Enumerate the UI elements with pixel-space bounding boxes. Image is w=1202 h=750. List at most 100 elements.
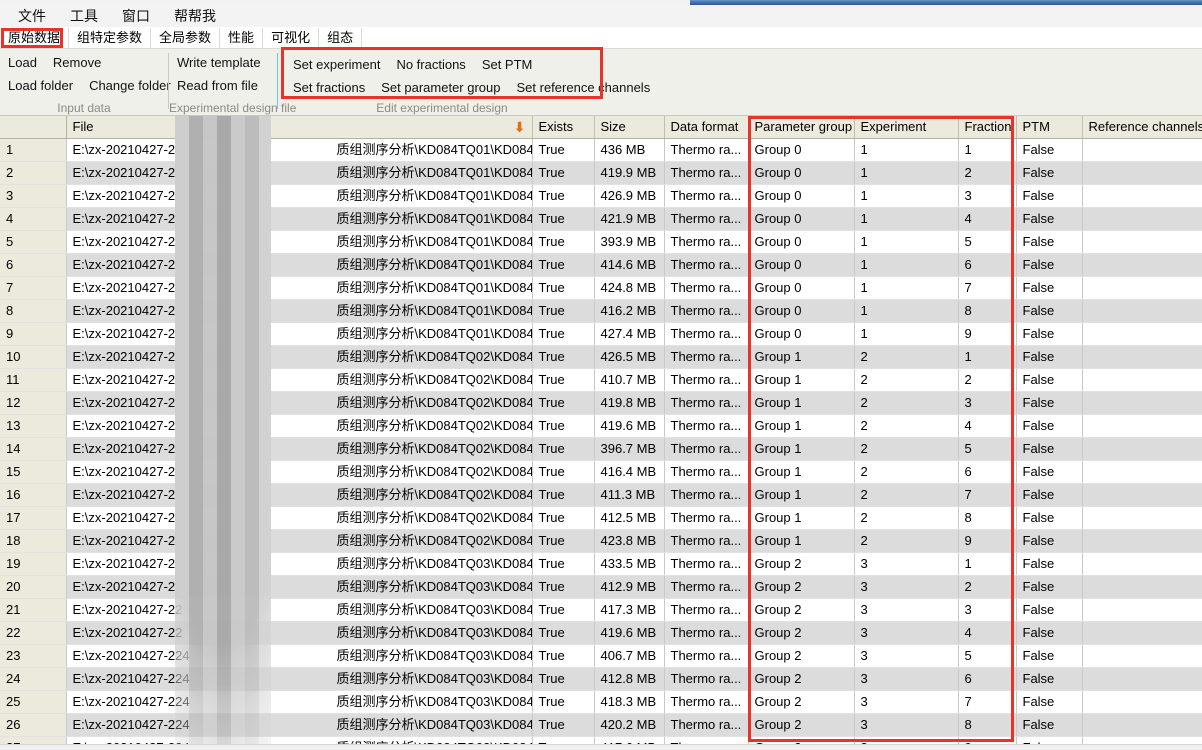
cell-experiment[interactable]: 2 [854, 345, 959, 369]
tab-group-parameters[interactable]: 组特定参数 [69, 28, 152, 48]
cell-file[interactable]: E:\zx-20210427-22 质组测序分析\KD084TQ03\KD084T… [66, 575, 533, 599]
table-row[interactable]: 13 E:\zx-20210427-22 质组测序分析\KD084TQ02\KD08… [0, 414, 1202, 438]
cell-data-format[interactable]: Thermo ra... [664, 276, 749, 300]
cell-exists[interactable]: True [532, 345, 595, 369]
cell-reference-channels[interactable] [1082, 644, 1202, 668]
cell-experiment[interactable]: 1 [854, 299, 959, 323]
cell-experiment[interactable]: 2 [854, 368, 959, 392]
cell-exists[interactable]: True [532, 161, 595, 185]
cell-reference-channels[interactable] [1082, 667, 1202, 691]
set-reference-channels-button[interactable]: Set reference channels [509, 77, 659, 98]
cell-fraction[interactable]: 8 [958, 713, 1017, 737]
table-row[interactable]: 2 E:\zx-20210427-22 质组测序分析\KD084TQ01\KD084… [0, 161, 1202, 185]
col-header-reference-channels[interactable]: Reference channels [1082, 116, 1202, 139]
cell-experiment[interactable]: 3 [854, 552, 959, 576]
table-row[interactable]: 25 E:\zx-20210427-224 质组测序分析\KD084TQ03\KD0… [0, 690, 1202, 714]
cell-size[interactable]: 406.7 MB [594, 644, 665, 668]
table-row[interactable]: 17 E:\zx-20210427-22 质组测序分析\KD084TQ02\KD08… [0, 506, 1202, 530]
cell-file[interactable]: E:\zx-20210427-22 质组测序分析\KD084TQ03\KD084T… [66, 621, 533, 645]
row-number[interactable]: 2 [0, 161, 67, 185]
col-header-fraction[interactable]: Fraction [958, 116, 1017, 139]
cell-parameter-group[interactable]: Group 1 [748, 506, 855, 530]
cell-fraction[interactable]: 2 [958, 161, 1017, 185]
cell-file[interactable]: E:\zx-20210427-22 质组测序分析\KD084TQ02\KD084T… [66, 345, 533, 369]
cell-data-format[interactable]: Thermo ra... [664, 161, 749, 185]
cell-experiment[interactable]: 3 [854, 598, 959, 622]
cell-file[interactable]: E:\zx-20210427-22 质组测序分析\KD084TQ01\KD084T… [66, 276, 533, 300]
cell-parameter-group[interactable]: Group 0 [748, 322, 855, 346]
cell-fraction[interactable]: 5 [958, 437, 1017, 461]
cell-exists[interactable]: True [532, 253, 595, 277]
cell-file[interactable]: E:\zx-20210427-22 质组测序分析\KD084TQ02\KD084T… [66, 529, 533, 553]
cell-file[interactable]: E:\zx-20210427-22 质组测序分析\KD084TQ01\KD084T… [66, 207, 533, 231]
cell-experiment[interactable]: 1 [854, 276, 959, 300]
cell-size[interactable]: 426.9 MB [594, 184, 665, 208]
cell-data-format[interactable]: Thermo ra... [664, 345, 749, 369]
cell-exists[interactable]: True [532, 184, 595, 208]
cell-exists[interactable]: True [532, 575, 595, 599]
cell-experiment[interactable]: 2 [854, 529, 959, 553]
cell-fraction[interactable]: 3 [958, 184, 1017, 208]
cell-reference-channels[interactable] [1082, 598, 1202, 622]
cell-ptm[interactable]: False [1016, 437, 1083, 461]
cell-experiment[interactable]: 2 [854, 506, 959, 530]
cell-size[interactable]: 412.5 MB [594, 506, 665, 530]
change-folder-button[interactable]: Change folder [81, 75, 179, 96]
cell-data-format[interactable]: Thermo ra... [664, 368, 749, 392]
cell-ptm[interactable]: False [1016, 414, 1083, 438]
cell-file[interactable]: E:\zx-20210427-22 质组测序分析\KD084TQ01\KD084T… [66, 184, 533, 208]
cell-file[interactable]: E:\zx-20210427-22 质组测序分析\KD084TQ02\KD084T… [66, 460, 533, 484]
cell-data-format[interactable]: Thermo ra... [664, 230, 749, 254]
table-row[interactable]: 19 E:\zx-20210427-22 质组测序分析\KD084TQ03\KD08… [0, 552, 1202, 576]
row-number[interactable]: 10 [0, 345, 67, 369]
cell-experiment[interactable]: 2 [854, 391, 959, 415]
cell-size[interactable]: 416.2 MB [594, 299, 665, 323]
row-number[interactable]: 24 [0, 667, 67, 691]
cell-fraction[interactable]: 6 [958, 667, 1017, 691]
cell-file[interactable]: E:\zx-20210427-22 质组测序分析\KD084TQ01\KD084T… [66, 253, 533, 277]
cell-size[interactable]: 419.9 MB [594, 161, 665, 185]
table-row[interactable]: 10 E:\zx-20210427-22 质组测序分析\KD084TQ02\KD08… [0, 345, 1202, 369]
horizontal-scrollbar[interactable] [0, 744, 1202, 750]
table-row[interactable]: 11 E:\zx-20210427-22 质组测序分析\KD084TQ02\KD08… [0, 368, 1202, 392]
sort-descending-icon[interactable]: ⬇ [514, 119, 526, 135]
cell-fraction[interactable]: 5 [958, 230, 1017, 254]
cell-file[interactable]: E:\zx-20210427-22 质组测序分析\KD084TQ02\KD084T… [66, 437, 533, 461]
cell-parameter-group[interactable]: Group 1 [748, 391, 855, 415]
cell-experiment[interactable]: 1 [854, 161, 959, 185]
cell-exists[interactable]: True [532, 667, 595, 691]
cell-fraction[interactable]: 2 [958, 368, 1017, 392]
cell-reference-channels[interactable] [1082, 322, 1202, 346]
cell-ptm[interactable]: False [1016, 276, 1083, 300]
cell-data-format[interactable]: Thermo ra... [664, 644, 749, 668]
cell-reference-channels[interactable] [1082, 506, 1202, 530]
cell-exists[interactable]: True [532, 598, 595, 622]
cell-fraction[interactable]: 5 [958, 644, 1017, 668]
cell-size[interactable]: 410.7 MB [594, 368, 665, 392]
cell-data-format[interactable]: Thermo ra... [664, 414, 749, 438]
cell-size[interactable]: 412.9 MB [594, 575, 665, 599]
cell-exists[interactable]: True [532, 276, 595, 300]
table-row[interactable]: 18 E:\zx-20210427-22 质组测序分析\KD084TQ02\KD08… [0, 529, 1202, 553]
cell-reference-channels[interactable] [1082, 161, 1202, 185]
table-row[interactable]: 1 E:\zx-20210427-22 质组测序分析\KD084TQ01\KD084… [0, 138, 1202, 162]
cell-reference-channels[interactable] [1082, 483, 1202, 507]
cell-ptm[interactable]: False [1016, 391, 1083, 415]
cell-parameter-group[interactable]: Group 0 [748, 276, 855, 300]
row-number[interactable]: 15 [0, 460, 67, 484]
table-row[interactable]: 12 E:\zx-20210427-22 质组测序分析\KD084TQ02\KD08… [0, 391, 1202, 415]
col-header-experiment[interactable]: Experiment [854, 116, 959, 139]
cell-ptm[interactable]: False [1016, 207, 1083, 231]
cell-ptm[interactable]: False [1016, 552, 1083, 576]
cell-size[interactable]: 420.2 MB [594, 713, 665, 737]
table-row[interactable]: 3 E:\zx-20210427-22 质组测序分析\KD084TQ01\KD084… [0, 184, 1202, 208]
cell-exists[interactable]: True [532, 207, 595, 231]
cell-fraction[interactable]: 1 [958, 345, 1017, 369]
cell-ptm[interactable]: False [1016, 621, 1083, 645]
cell-experiment[interactable]: 3 [854, 690, 959, 714]
cell-fraction[interactable]: 4 [958, 621, 1017, 645]
menu-file[interactable]: 文件 [6, 4, 58, 28]
cell-ptm[interactable]: False [1016, 713, 1083, 737]
cell-fraction[interactable]: 1 [958, 138, 1017, 162]
load-button[interactable]: Load [0, 52, 45, 73]
